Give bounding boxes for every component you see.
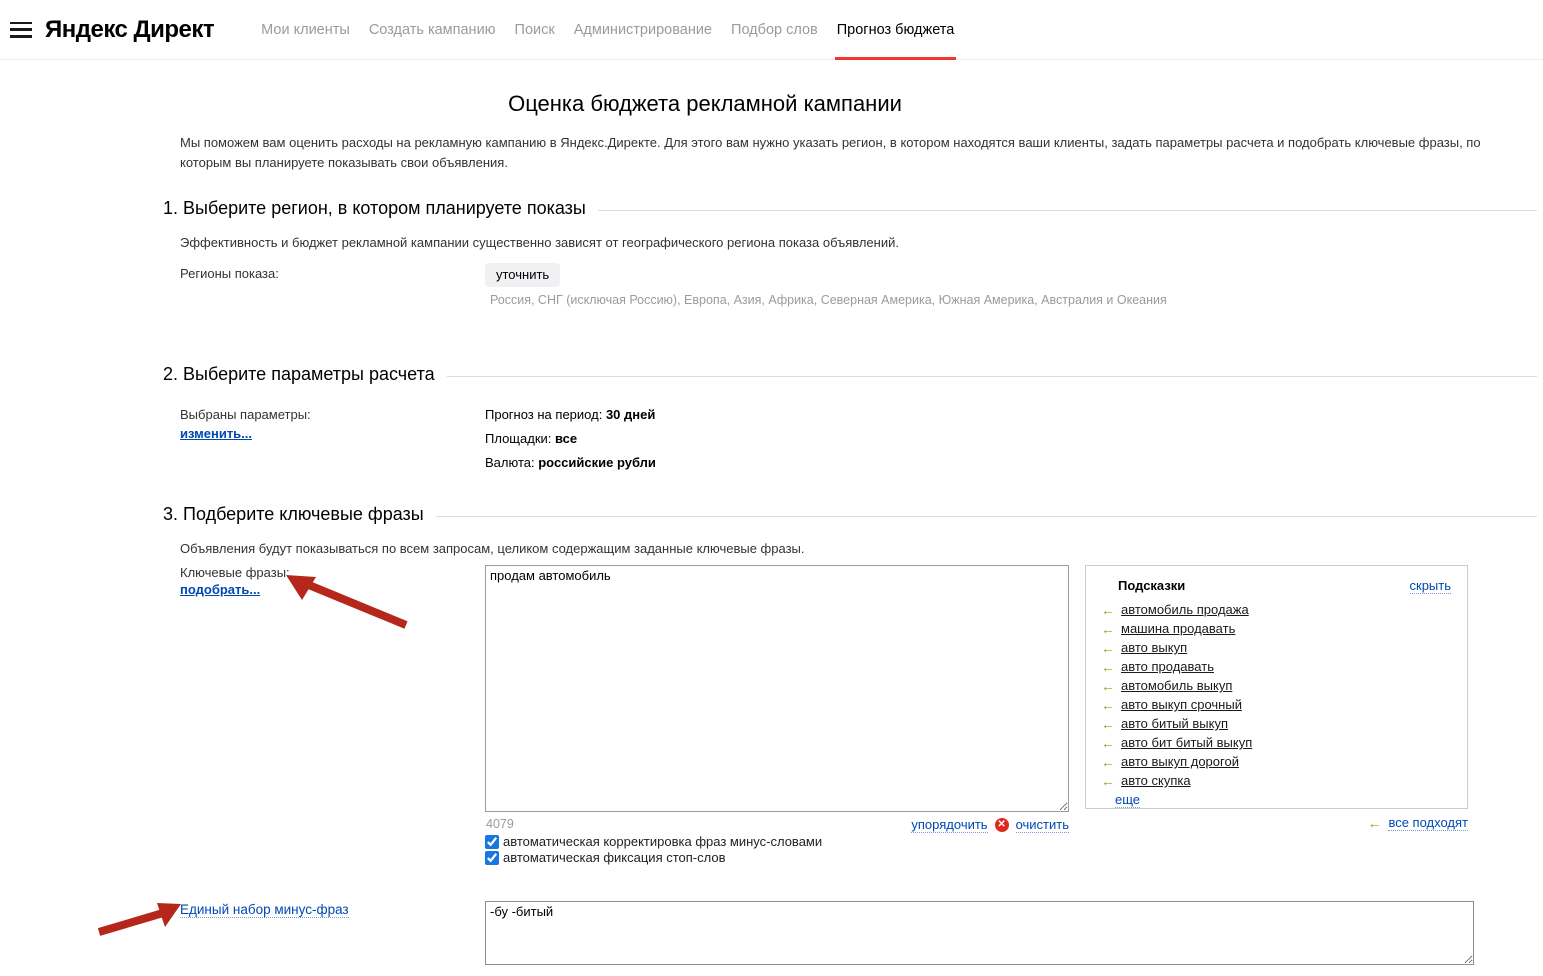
platforms-value: все bbox=[555, 431, 577, 446]
add-phrase-arrow-icon[interactable]: ← bbox=[1101, 621, 1115, 637]
main-nav: Мои клиенты Создать кампанию Поиск Админ… bbox=[261, 0, 954, 59]
platforms-label: Площадки: bbox=[485, 431, 551, 446]
nav-item-create-campaign[interactable]: Создать кампанию bbox=[369, 0, 496, 59]
hint-item: ← авто продавать bbox=[1086, 657, 1467, 676]
hint-item: ← автомобиль продажа bbox=[1086, 600, 1467, 619]
forecast-period-row: Прогноз на период: 30 дней bbox=[485, 407, 656, 422]
hint-link[interactable]: авто битый выкуп bbox=[1121, 716, 1228, 731]
keywords-textarea[interactable]: продам автомобиль bbox=[485, 565, 1069, 812]
currency-value: российские рубли bbox=[538, 455, 656, 470]
hint-item: ← авто бит битый выкуп bbox=[1086, 733, 1467, 752]
hint-item: ← автомобиль выкуп bbox=[1086, 676, 1467, 695]
params-label: Выбраны параметры: bbox=[180, 407, 311, 422]
add-all-arrow-icon[interactable]: ← bbox=[1367, 815, 1381, 831]
nav-item-my-clients[interactable]: Мои клиенты bbox=[261, 0, 350, 59]
regions-label: Регионы показа: bbox=[180, 266, 279, 281]
add-phrase-arrow-icon[interactable]: ← bbox=[1101, 640, 1115, 656]
add-phrase-arrow-icon[interactable]: ← bbox=[1101, 678, 1115, 694]
auto-stop-words-checkbox[interactable] bbox=[485, 851, 499, 865]
section1-heading-text: 1. Выберите регион, в котором планируете… bbox=[163, 198, 586, 219]
auto-stop-words-label: автоматическая фиксация стоп-слов bbox=[503, 850, 726, 865]
hint-link[interactable]: авто продавать bbox=[1121, 659, 1214, 674]
forecast-period-label: Прогноз на период: bbox=[485, 407, 602, 422]
keywords-label: Ключевые фразы: bbox=[180, 565, 290, 580]
all-fit-link[interactable]: все подходят bbox=[1388, 815, 1468, 831]
add-phrase-arrow-icon[interactable]: ← bbox=[1101, 602, 1115, 618]
auto-minus-words-label: автоматическая корректировка фраз минус-… bbox=[503, 834, 822, 849]
add-phrase-arrow-icon[interactable]: ← bbox=[1101, 754, 1115, 770]
currency-label: Валюта: bbox=[485, 455, 535, 470]
hint-link[interactable]: машина продавать bbox=[1121, 621, 1235, 636]
auto-minus-words-checkbox-row: автоматическая корректировка фраз минус-… bbox=[485, 834, 822, 849]
hint-link[interactable]: автомобиль выкуп bbox=[1121, 678, 1232, 693]
hint-item: ← авто скупка bbox=[1086, 771, 1467, 790]
section2-heading: 2. Выберите параметры расчета bbox=[163, 364, 1537, 385]
hint-item: ← авто выкуп срочный bbox=[1086, 695, 1467, 714]
hint-item: ← авто битый выкуп bbox=[1086, 714, 1467, 733]
section1-description: Эффективность и бюджет рекламной кампани… bbox=[180, 235, 1543, 250]
change-params-link[interactable]: изменить... bbox=[180, 426, 252, 441]
clear-icon[interactable]: ✕ bbox=[995, 818, 1009, 832]
keywords-area: Ключевые фразы: подобрать... продам авто… bbox=[0, 565, 1543, 901]
hint-link[interactable]: авто выкуп срочный bbox=[1121, 697, 1242, 712]
refine-region-button[interactable]: уточнить bbox=[485, 263, 560, 287]
add-phrase-arrow-icon[interactable]: ← bbox=[1101, 716, 1115, 732]
hint-link[interactable]: авто скупка bbox=[1121, 773, 1191, 788]
nav-item-administration[interactable]: Администрирование bbox=[574, 0, 712, 59]
hint-link[interactable]: автомобиль продажа bbox=[1121, 602, 1249, 617]
minus-phrases-link[interactable]: Единый набор минус-фраз bbox=[180, 902, 349, 918]
page-title: Оценка бюджета рекламной кампании bbox=[180, 91, 1230, 117]
heading-divider bbox=[598, 210, 1537, 211]
section1-heading: 1. Выберите регион, в котором планируете… bbox=[163, 198, 1537, 219]
heading-divider bbox=[436, 516, 1537, 517]
platforms-row: Площадки: все bbox=[485, 431, 656, 446]
more-hints-link[interactable]: еще bbox=[1115, 792, 1140, 808]
hide-hints-link[interactable]: скрыть bbox=[1410, 578, 1452, 594]
minus-phrases-textarea[interactable]: -бу -битый bbox=[485, 901, 1474, 965]
nav-item-search[interactable]: Поиск bbox=[515, 0, 555, 59]
pick-keywords-link[interactable]: подобрать... bbox=[180, 582, 260, 597]
annotation-arrow-keywords bbox=[278, 567, 418, 633]
currency-row: Валюта: российские рубли bbox=[485, 455, 656, 470]
nav-item-word-selection[interactable]: Подбор слов bbox=[731, 0, 818, 59]
add-phrase-arrow-icon[interactable]: ← bbox=[1101, 735, 1115, 751]
hint-item: ← авто выкуп дорогой bbox=[1086, 752, 1467, 771]
forecast-period-value: 30 дней bbox=[606, 407, 655, 422]
auto-minus-words-checkbox[interactable] bbox=[485, 835, 499, 849]
hamburger-menu-icon[interactable] bbox=[10, 22, 32, 38]
intro-text: Мы поможем вам оценить расходы на реклам… bbox=[180, 133, 1530, 172]
annotation-arrow-minus bbox=[93, 901, 185, 939]
minus-phrases-area: Единый набор минус-фраз -бу -битый bbox=[0, 901, 1543, 976]
nav-item-budget-forecast[interactable]: Прогноз бюджета bbox=[837, 0, 955, 59]
top-navbar: Яндекс Директ Мои клиенты Создать кампан… bbox=[0, 0, 1543, 60]
hint-link[interactable]: авто выкуп дорогой bbox=[1121, 754, 1239, 769]
add-phrase-arrow-icon[interactable]: ← bbox=[1101, 773, 1115, 789]
add-phrase-arrow-icon[interactable]: ← bbox=[1101, 697, 1115, 713]
sort-keywords-link[interactable]: упорядочить bbox=[911, 817, 987, 833]
section3-heading: 3. Подберите ключевые фразы bbox=[163, 504, 1537, 525]
hint-link[interactable]: авто выкуп bbox=[1121, 640, 1187, 655]
add-phrase-arrow-icon[interactable]: ← bbox=[1101, 659, 1115, 675]
section3-description: Объявления будут показываться по всем за… bbox=[180, 541, 1543, 556]
hints-panel: Подсказки скрыть ← автомобиль продажа ← … bbox=[1085, 565, 1468, 809]
section3-heading-text: 3. Подберите ключевые фразы bbox=[163, 504, 424, 525]
yandex-direct-logo[interactable]: Яндекс Директ bbox=[45, 16, 214, 44]
regions-row: Регионы показа: уточнить Россия, СНГ (ис… bbox=[0, 263, 1543, 309]
clear-keywords-link[interactable]: очистить bbox=[1016, 817, 1069, 833]
hint-item: ← машина продавать bbox=[1086, 619, 1467, 638]
regions-value: Россия, СНГ (исключая Россию), Европа, А… bbox=[490, 293, 1167, 307]
hint-item: ← авто выкуп bbox=[1086, 638, 1467, 657]
calc-params-row: Выбраны параметры: изменить... Прогноз н… bbox=[0, 407, 1543, 475]
hint-link[interactable]: авто бит битый выкуп bbox=[1121, 735, 1252, 750]
auto-stop-words-checkbox-row: автоматическая фиксация стоп-слов bbox=[485, 850, 726, 865]
section2-heading-text: 2. Выберите параметры расчета bbox=[163, 364, 435, 385]
hints-title: Подсказки bbox=[1118, 578, 1185, 593]
heading-divider bbox=[447, 376, 1537, 377]
